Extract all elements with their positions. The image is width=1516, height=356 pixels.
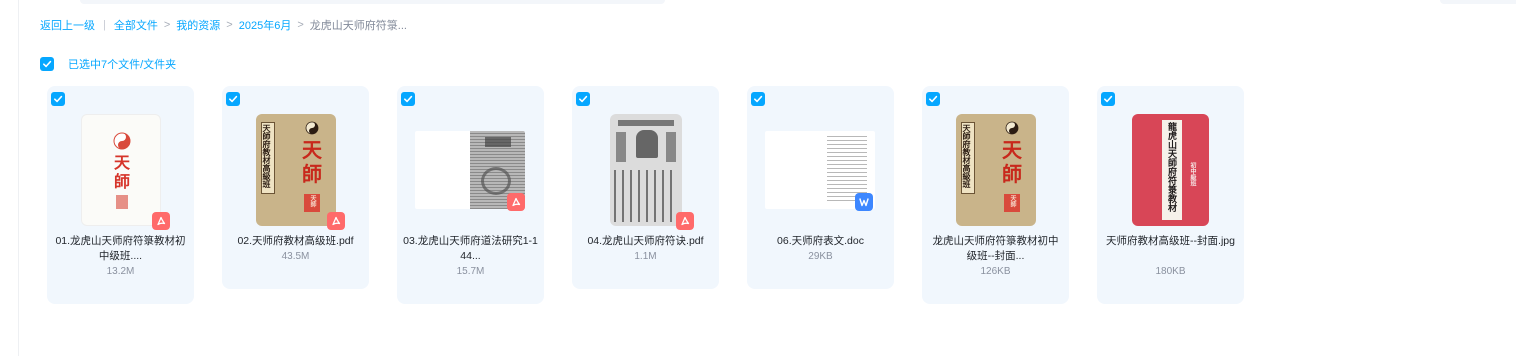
file-card[interactable]: 03.龙虎山天师府道法研究1-144... 15.7M <box>397 86 544 304</box>
check-icon <box>43 60 52 68</box>
word-icon <box>855 193 873 211</box>
file-name[interactable]: 03.龙虎山天师府道法研究1-144... <box>403 234 538 264</box>
file-checkbox[interactable] <box>576 92 590 106</box>
file-thumbnail <box>415 131 525 211</box>
file-size: 13.2M <box>106 266 135 277</box>
cover-seal <box>116 195 128 209</box>
cover-subtitle: 初中級班 <box>1189 162 1196 186</box>
check-icon <box>579 95 588 103</box>
file-checkbox[interactable] <box>401 92 415 106</box>
search-bar-edge <box>80 0 665 4</box>
file-thumbnail: 龍虎山天師府符箓教材 初中級班 <box>1132 114 1209 226</box>
file-card[interactable]: 06.天师府表文.doc 29KB <box>747 86 894 289</box>
taiji-icon <box>305 121 319 135</box>
file-card[interactable]: 天師府教材高級班 天師 天師 龙虎山天师府符箓教材初中级班--封面... 126… <box>922 86 1069 304</box>
file-checkbox[interactable] <box>751 92 765 106</box>
breadcrumb-all-files[interactable]: 全部文件 <box>114 17 158 33</box>
check-icon <box>54 95 63 103</box>
select-all-checkbox[interactable] <box>40 57 54 71</box>
file-thumbnail: 天師府教材高級班 天師 天師 <box>956 114 1036 226</box>
taiji-icon <box>1005 121 1019 135</box>
file-thumbnail <box>610 114 694 230</box>
file-thumbnail: 天師府教材高級班 天師 天師 <box>256 114 345 230</box>
pdf-icon <box>152 212 170 230</box>
file-name[interactable]: 02.天师府教材高级班.pdf <box>228 234 363 249</box>
file-name[interactable]: 04.龙虎山天师府符诀.pdf <box>578 234 713 249</box>
pdf-icon <box>676 212 694 230</box>
file-checkbox[interactable] <box>926 92 940 106</box>
file-size: 180KB <box>1155 266 1186 277</box>
chevron-right-icon: > <box>226 19 233 31</box>
breadcrumb-divider: | <box>103 19 106 31</box>
breadcrumb: 返回上一级 | 全部文件 > 我的资源 > 2025年6月 > 龙虎山天师府符箓… <box>40 17 407 33</box>
select-all-row: 已选中7个文件/文件夹 <box>40 56 176 72</box>
cover-big-text: 天師 <box>1002 138 1022 186</box>
seal-text: 天師 <box>309 195 316 207</box>
left-rail <box>0 0 19 356</box>
check-icon <box>229 95 238 103</box>
file-card[interactable]: 龍虎山天師府符箓教材 初中級班 天师府教材高级班--封面.jpg 180KB <box>1097 86 1244 304</box>
file-size: 15.7M <box>456 266 485 277</box>
file-card[interactable]: 天師府教材高級班 天師 天師 02.天师府教材高级班.pdf 43.5M <box>222 86 369 289</box>
cover-title: 天師 <box>113 153 130 191</box>
pdf-icon <box>327 212 345 230</box>
chevron-right-icon: > <box>163 19 171 31</box>
cover-title: 龍虎山天師府符箓教材 <box>1166 122 1176 212</box>
breadcrumb-2025-june[interactable]: 2025年6月 <box>239 17 292 33</box>
check-icon <box>404 95 413 103</box>
selection-count-label: 已选中7个文件/文件夹 <box>68 59 177 71</box>
file-size: 126KB <box>980 266 1011 277</box>
file-thumbnail <box>765 131 875 211</box>
file-grid: 天師 01.龙虎山天师府符箓教材初中级班.... 13.2M 天師府教材高級班 … <box>47 86 1297 306</box>
breadcrumb-my-resources[interactable]: 我的资源 <box>176 17 220 33</box>
pdf-icon <box>507 193 525 211</box>
check-icon <box>1104 95 1113 103</box>
chevron-right-icon: > <box>297 19 304 31</box>
seal-text: 天師 <box>1009 195 1016 207</box>
toolbar-edge <box>1440 0 1516 4</box>
back-link[interactable]: 返回上一级 <box>40 17 95 33</box>
file-size: 43.5M <box>281 251 310 262</box>
file-checkbox[interactable] <box>1101 92 1115 106</box>
breadcrumb-current: 龙虎山天师府符箓... <box>309 20 407 32</box>
check-icon <box>929 95 938 103</box>
cover-big-text: 天師 <box>302 138 322 186</box>
file-checkbox[interactable] <box>51 92 65 106</box>
file-thumbnail: 天師 <box>81 114 170 230</box>
file-card[interactable]: 04.龙虎山天师府符诀.pdf 1.1M <box>572 86 719 289</box>
check-icon <box>754 95 763 103</box>
file-size: 1.1M <box>634 251 657 262</box>
file-card[interactable]: 天師 01.龙虎山天师府符箓教材初中级班.... 13.2M <box>47 86 194 304</box>
file-name[interactable]: 龙虎山天师府符箓教材初中级班--封面... <box>928 234 1063 264</box>
file-checkbox[interactable] <box>226 92 240 106</box>
file-name[interactable]: 01.龙虎山天师府符箓教材初中级班.... <box>53 234 188 264</box>
file-size: 29KB <box>808 251 833 262</box>
file-name[interactable]: 天师府教材高级班--封面.jpg <box>1103 234 1238 249</box>
file-name[interactable]: 06.天师府表文.doc <box>753 234 888 249</box>
